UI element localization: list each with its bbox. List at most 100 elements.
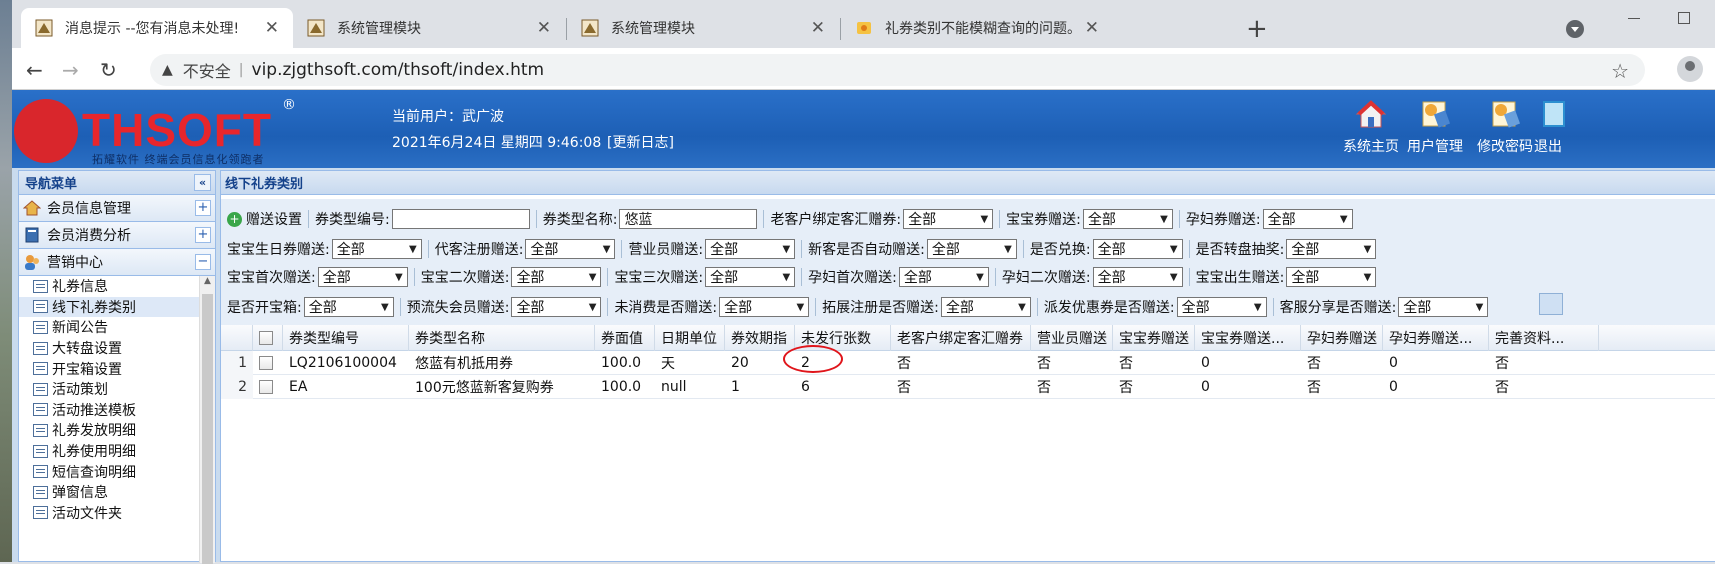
expand-icon[interactable]: + <box>195 200 211 216</box>
column-header[interactable]: 营业员赠送 <box>1031 325 1113 351</box>
column-header[interactable]: 老客户绑定客汇赠券 <box>891 325 1031 351</box>
home-button[interactable]: 系统主页 <box>1336 98 1406 156</box>
column-header[interactable]: 宝宝券赠送... <box>1195 325 1301 351</box>
search-button-icon[interactable] <box>1539 293 1563 315</box>
table-cell: 100.0 <box>601 355 642 371</box>
column-header[interactable]: 日期单位 <box>655 325 725 351</box>
not-secure-label[interactable]: 不安全 <box>183 58 231 82</box>
select-all-checkbox[interactable] <box>259 331 273 345</box>
bookmark-star-icon[interactable]: ☆ <box>1611 59 1629 83</box>
scrollbar-thumb[interactable] <box>202 294 213 564</box>
column-header[interactable]: 券效期指 <box>725 325 795 351</box>
sidebar-item-push-template[interactable]: 活动推送模板 <box>19 400 199 421</box>
scroll-up-arrow-icon[interactable]: ▲ <box>200 276 215 292</box>
column-header[interactable]: 孕妇券赠送... <box>1383 325 1489 351</box>
filter-select[interactable]: 全部 ▼ <box>317 267 408 287</box>
sidebar-item-coupon-info[interactable]: 礼券信息 <box>19 276 199 297</box>
close-tab-icon[interactable]: ✕ <box>265 18 279 38</box>
new-tab-plus-icon[interactable]: + <box>1246 14 1268 44</box>
changelog-link[interactable]: [更新日志] <box>607 132 674 152</box>
minimize-window-icon[interactable] <box>1628 18 1640 19</box>
filter-select[interactable]: 全部 ▼ <box>705 267 796 287</box>
sidebar-item-coupon-usage-detail[interactable]: 礼券使用明细 <box>19 441 199 462</box>
home-icon <box>1355 100 1387 128</box>
filter-select[interactable]: 全部 ▼ <box>903 209 994 229</box>
sidebar-group-marketing-center[interactable]: 营销中心 − <box>19 249 215 276</box>
expand-icon[interactable]: + <box>195 227 211 243</box>
filter-select[interactable]: 全部 ▼ <box>1286 239 1377 259</box>
gift-settings-button[interactable]: + 赠送设置 <box>227 209 302 229</box>
table-cell: 100.0 <box>601 379 642 395</box>
filter-select[interactable]: 全部 ▼ <box>511 297 602 317</box>
tab-message-alert[interactable]: 消息提示 --您有消息未处理! ✕ <box>21 8 293 48</box>
filter-select[interactable]: 全部 ▼ <box>331 239 422 259</box>
url-text[interactable]: vip.zjgthsoft.com/thsoft/index.htm <box>252 60 545 80</box>
type-name-input[interactable]: 悠蓝 <box>619 209 758 229</box>
tab-coupon-query-issue[interactable]: 礼券类别不能模糊查询的问题。 ✕ <box>841 8 1113 48</box>
maximize-window-icon[interactable] <box>1678 12 1690 24</box>
table-row[interactable]: 1 LQ2106100004 悠蓝有机抵用券 100.0 天 20 2 否 否 … <box>221 351 1715 375</box>
back-arrow-icon[interactable]: ← <box>26 58 43 82</box>
warning-triangle-icon[interactable]: ▲ <box>162 62 173 78</box>
filter-select[interactable]: 全部 ▼ <box>1092 267 1183 287</box>
list-page-icon <box>33 279 48 293</box>
column-header[interactable]: 券类型编号 <box>283 325 409 351</box>
change-password-button[interactable]: 修改密码 <box>1470 98 1540 156</box>
user-management-button[interactable]: 用户管理 <box>1400 98 1470 156</box>
filter-row-1: + 赠送设置 券类型编号: 券类型名称: 悠蓝 老客户绑定客汇赠券: 全部 ▼ 宝宝… <box>227 205 1353 233</box>
filter-select[interactable]: 全部 ▼ <box>705 239 796 259</box>
sidebar-item-popup-info[interactable]: 弹窗信息 <box>19 482 199 503</box>
collapse-sidebar-icon[interactable]: « <box>194 174 211 191</box>
close-tab-icon[interactable]: ✕ <box>537 18 551 38</box>
filter-select[interactable]: 全部 ▼ <box>511 267 602 287</box>
sidebar-item-campaign-folder[interactable]: 活动文件夹 <box>19 503 199 524</box>
filter-select[interactable]: 全部 ▼ <box>1286 267 1377 287</box>
filter-select[interactable]: 全部 ▼ <box>1082 209 1173 229</box>
column-header[interactable]: 券类型名称 <box>409 325 595 351</box>
chevron-down-icon: ▼ <box>782 243 791 255</box>
tab-search-dropdown-icon[interactable] <box>1566 20 1584 38</box>
address-bar[interactable]: ▲ 不安全 | vip.zjgthsoft.com/thsoft/index.h… <box>150 54 1645 86</box>
collapse-icon[interactable]: − <box>195 254 211 270</box>
filter-select[interactable]: 全部 ▼ <box>1092 239 1183 259</box>
filter-select[interactable]: 全部 ▼ <box>926 239 1017 259</box>
sidebar-item-sms-query[interactable]: 短信查询明细 <box>19 461 199 482</box>
logout-button[interactable]: 退出 <box>1534 98 1578 156</box>
column-header[interactable]: 完善资料... <box>1489 325 1599 351</box>
table-row[interactable]: 2 EA 100元悠蓝新客复购券 100.0 null 1 6 否 否 否 0 … <box>221 375 1715 399</box>
type-code-input[interactable] <box>391 209 530 229</box>
filter-select[interactable]: 全部 ▼ <box>1262 209 1353 229</box>
sidebar-item-treasure-box[interactable]: 开宝箱设置 <box>19 358 199 379</box>
sidebar-item-wheel-settings[interactable]: 大转盘设置 <box>19 338 199 359</box>
row-checkbox[interactable] <box>259 356 273 370</box>
column-header[interactable]: 宝宝券赠送 <box>1113 325 1195 351</box>
filter-select[interactable]: 全部 ▼ <box>1176 297 1267 317</box>
filter-select[interactable]: 全部 ▼ <box>940 297 1031 317</box>
sidebar-item-campaign-planning[interactable]: 活动策划 <box>19 379 199 400</box>
sidebar-item-news[interactable]: 新闻公告 <box>19 317 199 338</box>
row-checkbox[interactable] <box>259 380 273 394</box>
sidebar-item-coupon-issue-detail[interactable]: 礼券发放明细 <box>19 420 199 441</box>
select-value: 全部 <box>1181 300 1210 316</box>
column-header[interactable]: 券面值 <box>595 325 655 351</box>
tab-title: 系统管理模块 <box>337 21 421 37</box>
close-tab-icon[interactable]: ✕ <box>1085 18 1099 38</box>
reload-icon[interactable]: ↻ <box>100 58 117 82</box>
tab-system-management-2[interactable]: 系统管理模块 ✕ <box>567 8 839 48</box>
sidebar-group-member-info[interactable]: 会员信息管理 + <box>19 195 215 222</box>
chevron-down-icon: ▼ <box>976 271 984 283</box>
filter-select[interactable]: 全部 ▼ <box>303 297 394 317</box>
tab-system-management[interactable]: 系统管理模块 ✕ <box>293 8 565 48</box>
sidebar-item-offline-coupon-category[interactable]: 线下礼券类别 <box>19 296 199 318</box>
sidebar-scrollbar[interactable]: ▲ <box>199 276 215 564</box>
sidebar-group-consumption-analysis[interactable]: 会员消费分析 + <box>19 222 215 249</box>
filter-select[interactable]: 全部 ▼ <box>1398 297 1489 317</box>
filter-select[interactable]: 全部 ▼ <box>719 297 810 317</box>
column-header[interactable]: 孕妇券赠送 <box>1301 325 1383 351</box>
profile-avatar-icon[interactable] <box>1677 56 1703 82</box>
filter-select[interactable]: 全部 ▼ <box>898 267 989 287</box>
filter-select[interactable]: 全部 ▼ <box>525 239 616 259</box>
forward-arrow-icon[interactable]: → <box>62 58 79 82</box>
toolbar-divider <box>1178 210 1180 228</box>
close-tab-icon[interactable]: ✕ <box>811 18 825 38</box>
